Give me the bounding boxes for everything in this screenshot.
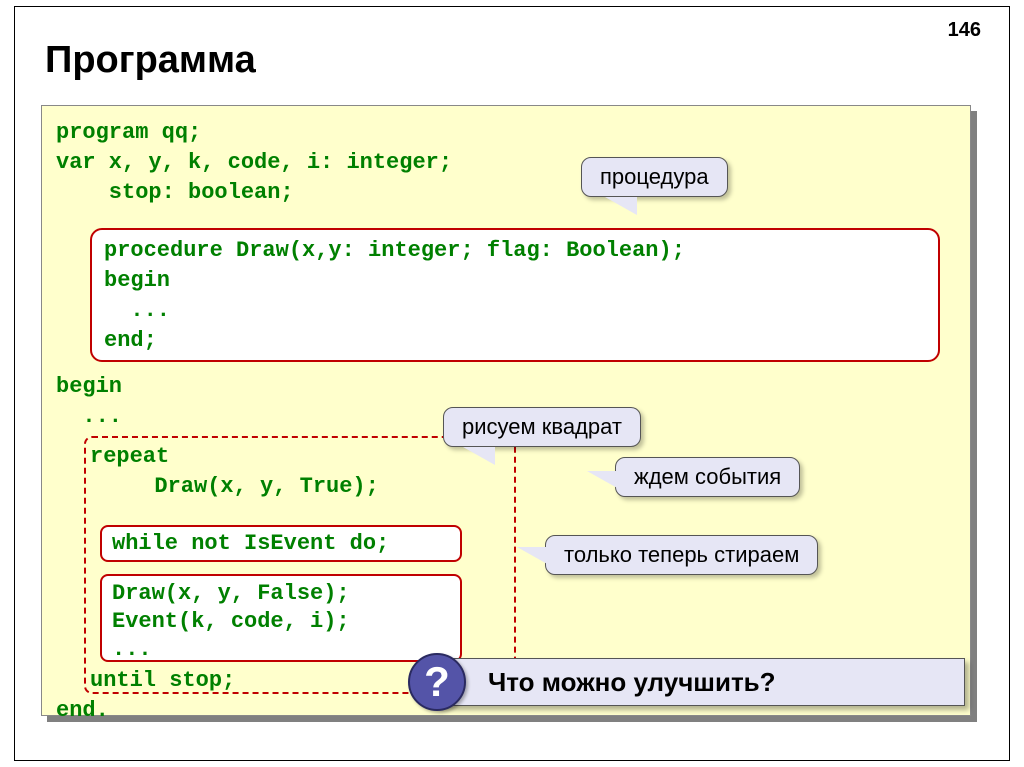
code-line: begin — [104, 266, 926, 296]
code-line: repeat — [90, 444, 169, 469]
question-text: Что можно улучшить? — [488, 667, 776, 698]
code-line: var x, y, k, code, i: integer; — [56, 150, 452, 175]
callout-draw-square: рисуем квадрат — [443, 407, 641, 447]
callout-wait-event: ждем события — [615, 457, 800, 497]
code-line: stop: boolean; — [56, 180, 294, 205]
code-line: program qq; — [56, 120, 201, 145]
slide-title: Программа — [45, 39, 256, 82]
callout-erase-now: только теперь стираем — [545, 535, 818, 575]
code-inset-draw-false: Draw(x, y, False); Event(k, code, i); ..… — [100, 574, 462, 662]
procedure-box: procedure Draw(x,y: integer; flag: Boole… — [90, 228, 940, 362]
code-line: ... — [104, 296, 926, 326]
code-line: Draw(x, y, True); — [128, 474, 379, 499]
question-box: ? Что можно улучшить? — [435, 658, 965, 706]
code-line: end; — [104, 326, 926, 356]
callout-tail — [587, 471, 619, 489]
code-line: ... — [112, 636, 450, 664]
code-line: procedure Draw(x,y: integer; flag: Boole… — [104, 236, 926, 266]
callout-procedure: процедура — [581, 157, 728, 197]
code-inset-while: while not IsEvent do; — [100, 525, 462, 562]
callout-tail — [605, 197, 637, 215]
code-line: Event(k, code, i); — [112, 608, 450, 636]
code-line: begin — [56, 374, 122, 399]
code-line: end. — [56, 698, 109, 723]
callout-tail — [517, 547, 549, 565]
slide-frame: 146 Программа program qq; var x, y, k, c… — [14, 6, 1010, 761]
code-line: Draw(x, y, False); — [112, 580, 450, 608]
question-mark-icon: ? — [408, 653, 466, 711]
code-line: while not IsEvent do; — [112, 531, 389, 556]
code-line: until stop; — [90, 668, 235, 693]
callout-tail — [463, 447, 495, 465]
page-number: 146 — [948, 19, 981, 42]
code-line: ... — [56, 404, 122, 429]
